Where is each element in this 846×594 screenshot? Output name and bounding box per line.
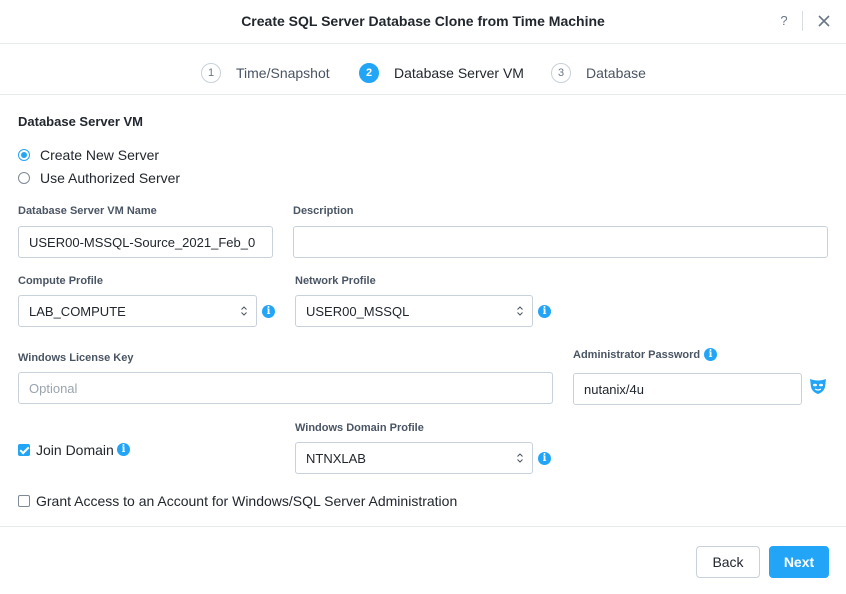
select-caret-icon <box>241 306 247 316</box>
wizard-stepper: 1 Time/Snapshot 2 Database Server VM 3 D… <box>0 45 846 95</box>
show-password-mask-icon[interactable] <box>808 377 828 395</box>
grant-access-checkbox[interactable] <box>18 495 30 507</box>
join-domain-label: Join Domain <box>36 442 114 458</box>
back-button[interactable]: Back <box>696 546 760 578</box>
join-domain-info-icon[interactable]: i <box>117 443 130 456</box>
close-icon[interactable] <box>816 13 832 29</box>
dialog-title: Create SQL Server Database Clone from Ti… <box>241 13 605 29</box>
vm-name-label: Database Server VM Name <box>18 205 157 217</box>
vm-name-input[interactable]: USER00-MSSQL-Source_2021_Feb_0 <box>18 226 273 258</box>
network-profile-info-icon[interactable]: i <box>538 305 551 318</box>
step-number: 1 <box>201 63 221 83</box>
domain-profile-label: Windows Domain Profile <box>295 422 424 434</box>
description-label: Description <box>293 205 354 217</box>
domain-profile-select[interactable]: NTNXLAB <box>295 442 533 474</box>
admin-password-label: Administrator Password <box>573 349 701 361</box>
grant-access-label: Grant Access to an Account for Windows/S… <box>36 493 458 509</box>
network-profile-select[interactable]: USER00_MSSQL <box>295 295 533 327</box>
join-domain-checkbox-row[interactable]: Join Domain <box>18 441 114 459</box>
step-database[interactable]: 3 Database <box>551 63 646 83</box>
license-key-label: Windows License Key <box>18 352 134 364</box>
dialog-header: Create SQL Server Database Clone from Ti… <box>0 0 846 44</box>
grant-access-checkbox-row[interactable]: Grant Access to an Account for Windows/S… <box>18 492 457 510</box>
domain-profile-value: NTNXLAB <box>306 450 366 466</box>
radio-label: Use Authorized Server <box>40 170 181 186</box>
step-number: 2 <box>359 63 379 83</box>
help-button[interactable]: ? <box>778 13 790 28</box>
network-profile-label: Network Profile <box>295 275 376 287</box>
description-input[interactable] <box>293 226 828 258</box>
step-number: 3 <box>551 63 571 83</box>
compute-profile-select[interactable]: LAB_COMPUTE <box>18 295 257 327</box>
select-caret-icon <box>517 306 523 316</box>
domain-profile-info-icon[interactable]: i <box>538 452 551 465</box>
radio-button[interactable] <box>18 172 30 184</box>
join-domain-checkbox[interactable] <box>18 444 30 456</box>
admin-password-input[interactable]: nutanix/4u <box>573 373 802 405</box>
step-database-server-vm[interactable]: 2 Database Server VM <box>359 63 524 83</box>
admin-password-info-icon[interactable]: i <box>704 348 717 361</box>
select-caret-icon <box>517 453 523 463</box>
compute-profile-value: LAB_COMPUTE <box>29 303 126 319</box>
radio-use-authorized-server[interactable]: Use Authorized Server <box>18 169 180 187</box>
radio-create-new-server[interactable]: Create New Server <box>18 146 159 164</box>
next-button[interactable]: Next <box>769 546 829 578</box>
radio-label: Create New Server <box>40 147 160 163</box>
compute-profile-info-icon[interactable]: i <box>262 305 275 318</box>
dialog-footer: Back Next <box>0 526 846 594</box>
step-label: Database Server VM <box>394 65 524 81</box>
step-label: Time/Snapshot <box>236 65 330 81</box>
license-key-input[interactable]: Optional <box>18 372 553 404</box>
radio-button[interactable] <box>18 149 30 161</box>
network-profile-value: USER00_MSSQL <box>306 303 410 319</box>
section-title: Database Server VM <box>18 114 144 129</box>
step-label: Database <box>586 65 646 81</box>
header-divider <box>802 11 803 31</box>
compute-profile-label: Compute Profile <box>18 275 103 287</box>
step-time-snapshot[interactable]: 1 Time/Snapshot <box>201 63 330 83</box>
